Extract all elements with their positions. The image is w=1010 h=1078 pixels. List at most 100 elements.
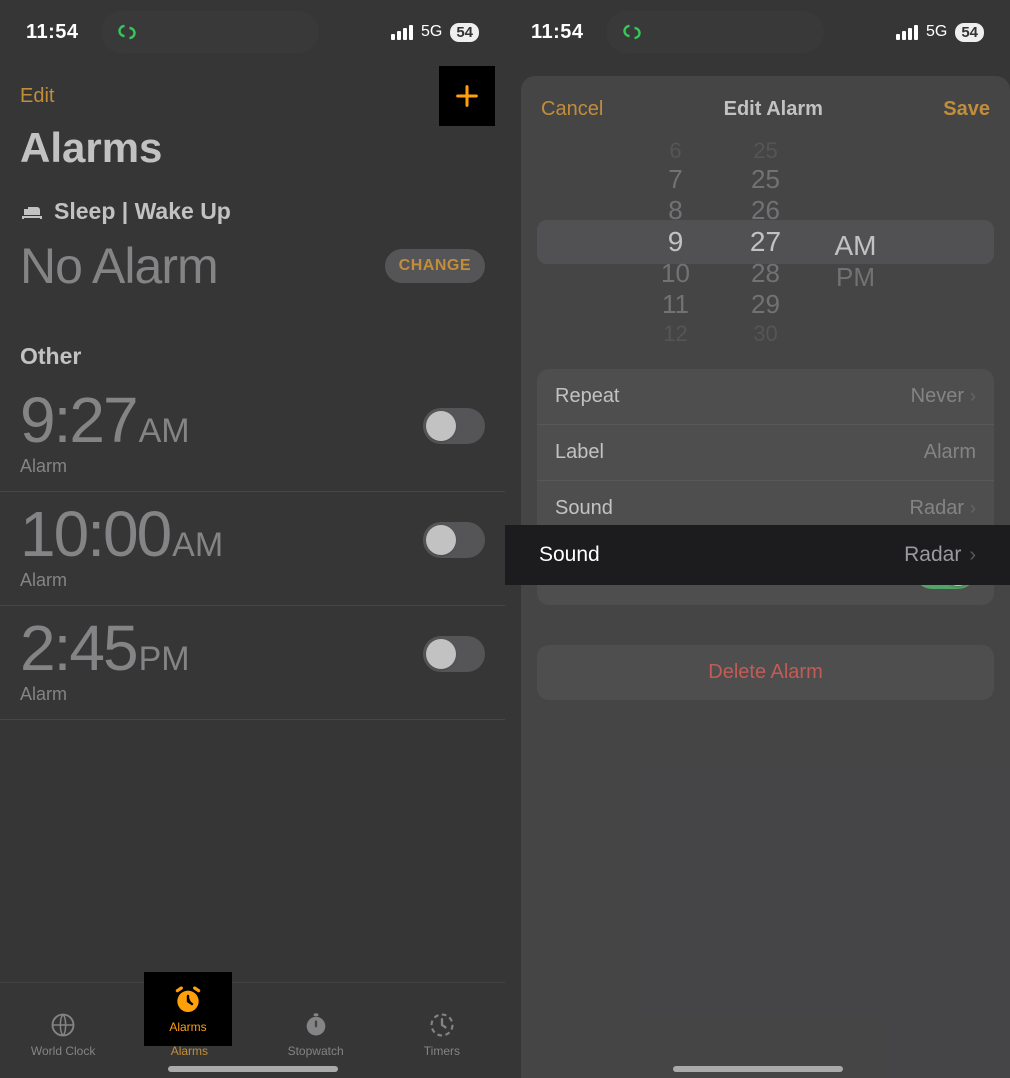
link-icon [620, 20, 644, 44]
row-value: Alarm [924, 441, 976, 464]
toggle-knob [426, 525, 456, 555]
sheet-nav: Cancel Edit Alarm Save [521, 88, 1010, 137]
tab-label: Timers [424, 1044, 460, 1058]
alarm-toggle[interactable] [423, 408, 485, 444]
repeat-row[interactable]: Repeat Never › [537, 369, 994, 425]
home-indicator[interactable] [673, 1066, 843, 1072]
change-button[interactable]: CHANGE [385, 249, 485, 283]
bed-icon [20, 203, 44, 221]
dynamic-island[interactable] [101, 11, 319, 53]
highlight-sound-row[interactable]: Sound Radar › [505, 525, 1010, 585]
tab-stopwatch[interactable]: Stopwatch [253, 983, 379, 1078]
toggle-knob [426, 639, 456, 669]
alarm-row[interactable]: 10:00AM Alarm [0, 492, 505, 606]
row-label: Repeat [555, 385, 620, 408]
status-time: 11:54 [26, 21, 79, 44]
tab-timers[interactable]: Timers [379, 983, 505, 1078]
tab-bar: World Clock Alarms Stopwatch Timers [0, 982, 505, 1078]
toggle-knob [426, 411, 456, 441]
alarm-label: Alarm [20, 456, 190, 477]
row-label: Sound [555, 497, 613, 520]
row-label: Sound [539, 543, 600, 567]
picker-hours-column[interactable]: 6 7 8 9 10 11 12 [631, 137, 721, 347]
status-bar: 11:54 5G 54 [505, 0, 1010, 64]
alarm-toggle[interactable] [423, 636, 485, 672]
row-value: Radar [910, 497, 964, 520]
picker-ampm-selected: AM [835, 230, 877, 262]
stopwatch-icon [302, 1011, 330, 1039]
picker-minute: 30 [753, 320, 777, 347]
phone-right-edit-alarm-screen: 11:54 5G 54 Cancel Edit Alarm Save 6 7 8… [505, 0, 1010, 1078]
sleep-section-header: Sleep | Wake Up [0, 190, 505, 233]
other-section-header: Other [0, 317, 505, 378]
link-icon [115, 20, 139, 44]
picker-hour: 7 [668, 164, 682, 195]
dynamic-island[interactable] [606, 11, 824, 53]
status-bar: 11:54 5G 54 [0, 0, 505, 64]
chevron-right-icon: › [969, 544, 976, 567]
signal-icon [896, 24, 918, 40]
alarm-clock-icon [172, 984, 204, 1016]
save-button[interactable]: Save [943, 98, 990, 121]
alarm-ampm: AM [139, 412, 190, 451]
chevron-right-icon: › [970, 386, 976, 407]
tab-label: Stopwatch [288, 1044, 344, 1058]
signal-icon [391, 24, 413, 40]
picker-minutes-column[interactable]: 25 25 26 27 28 29 30 [721, 137, 811, 347]
plus-icon [453, 82, 481, 110]
alarm-row[interactable]: 9:27AM Alarm [0, 378, 505, 492]
highlight-add-button[interactable] [439, 66, 495, 126]
delete-alarm-button[interactable]: Delete Alarm [537, 645, 994, 700]
picker-hour: 8 [668, 195, 682, 226]
network-type: 5G [926, 23, 947, 41]
picker-hour: 12 [663, 320, 687, 347]
alarm-time: 10:00 [20, 502, 170, 566]
row-value: Radar [904, 543, 961, 567]
alarm-label: Alarm [20, 684, 190, 705]
highlight-tab-alarms[interactable]: Alarms [144, 972, 232, 1046]
alarm-time: 2:45 [20, 616, 137, 680]
row-label: Label [555, 441, 604, 464]
alarm-row[interactable]: 2:45PM Alarm [0, 606, 505, 720]
sleep-section-label: Sleep | Wake Up [54, 198, 231, 225]
tab-label: Alarms [169, 1020, 206, 1034]
tab-world-clock[interactable]: World Clock [0, 983, 126, 1078]
picker-hour: 10 [661, 258, 690, 289]
picker-ampm-column[interactable]: ... AM PM .. [811, 137, 901, 347]
timer-icon [428, 1011, 456, 1039]
delete-label: Delete Alarm [537, 645, 994, 700]
globe-icon [49, 1011, 77, 1039]
picker-ampm: PM [836, 262, 875, 293]
nav-bar: Edit [0, 64, 505, 118]
phone-left-alarms-screen: 11:54 5G 54 Edit Alarms Sleep | Wake Up … [0, 0, 505, 1078]
home-indicator[interactable] [168, 1066, 338, 1072]
picker-minute-selected: 27 [750, 226, 781, 258]
alarm-toggle[interactable] [423, 522, 485, 558]
time-picker[interactable]: 6 7 8 9 10 11 12 25 25 26 27 28 29 30 ..… [537, 137, 994, 347]
alarm-label: Alarm [20, 570, 223, 591]
edit-button[interactable]: Edit [20, 85, 54, 108]
page-title: Alarms [0, 118, 505, 190]
picker-minute: 25 [751, 164, 780, 195]
picker-minute: 25 [753, 137, 777, 164]
alarm-ampm: AM [172, 526, 223, 565]
battery-badge: 54 [955, 23, 984, 42]
picker-minute: 26 [751, 195, 780, 226]
no-alarm-text: No Alarm [20, 237, 218, 295]
alarm-time: 9:27 [20, 388, 137, 452]
status-time: 11:54 [531, 21, 584, 44]
tab-label: World Clock [31, 1044, 95, 1058]
picker-hour-selected: 9 [668, 226, 684, 258]
picker-minute: 28 [751, 258, 780, 289]
sheet-title: Edit Alarm [724, 98, 823, 121]
row-value: Never [911, 385, 964, 408]
picker-hour: 11 [662, 289, 689, 320]
cancel-button[interactable]: Cancel [541, 98, 603, 121]
network-type: 5G [421, 23, 442, 41]
alarm-ampm: PM [139, 640, 190, 679]
label-row[interactable]: Label Alarm [537, 425, 994, 481]
battery-badge: 54 [450, 23, 479, 42]
picker-minute: 29 [751, 289, 780, 320]
picker-hour: 6 [669, 137, 681, 164]
chevron-right-icon: › [970, 498, 976, 519]
